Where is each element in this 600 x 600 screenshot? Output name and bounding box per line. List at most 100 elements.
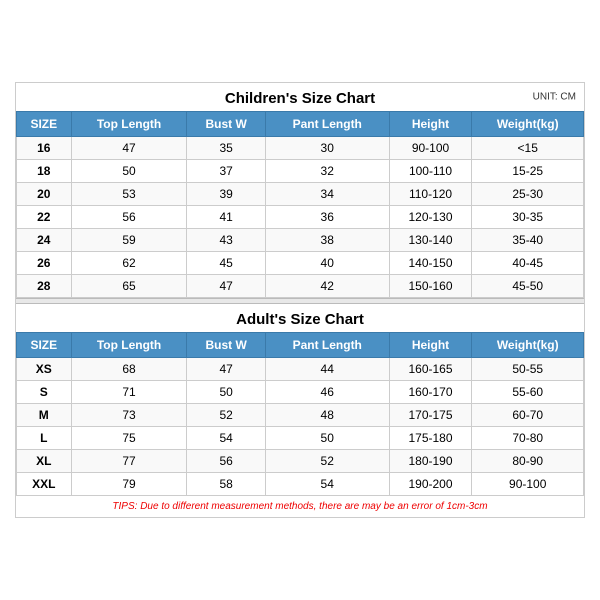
data-cell: 90-100	[472, 473, 584, 496]
data-cell: 79	[71, 473, 187, 496]
children-title-text: Children's Size Chart	[225, 90, 375, 107]
data-cell: 50-55	[472, 358, 584, 381]
data-cell: 45	[187, 252, 265, 275]
data-cell: 52	[265, 450, 389, 473]
data-cell: 41	[187, 206, 265, 229]
data-cell: 47	[187, 358, 265, 381]
adult-col-header-pant-length: Pant Length	[265, 333, 389, 358]
size-chart-container: Children's Size Chart UNIT: CM SIZE Top …	[15, 82, 585, 518]
data-cell: 46	[265, 381, 389, 404]
table-row: XS684744160-16550-55	[17, 358, 584, 381]
data-cell: 140-150	[389, 252, 472, 275]
size-cell: M	[17, 404, 72, 427]
data-cell: 54	[265, 473, 389, 496]
unit-label: UNIT: CM	[533, 92, 576, 103]
data-cell: 15-25	[472, 160, 584, 183]
data-cell: 110-120	[389, 183, 472, 206]
data-cell: 75	[71, 427, 187, 450]
col-header-height: Height	[389, 112, 472, 137]
tips-text: TIPS: Due to different measurement metho…	[16, 496, 584, 517]
data-cell: 30-35	[472, 206, 584, 229]
data-cell: 44	[265, 358, 389, 381]
data-cell: 160-165	[389, 358, 472, 381]
data-cell: <15	[472, 137, 584, 160]
data-cell: 43	[187, 229, 265, 252]
data-cell: 25-30	[472, 183, 584, 206]
size-cell: XXL	[17, 473, 72, 496]
data-cell: 34	[265, 183, 389, 206]
table-row: M735248170-17560-70	[17, 404, 584, 427]
data-cell: 90-100	[389, 137, 472, 160]
data-cell: 50	[265, 427, 389, 450]
children-section-title: Children's Size Chart UNIT: CM	[16, 83, 584, 111]
data-cell: 39	[187, 183, 265, 206]
adult-col-header-size: SIZE	[17, 333, 72, 358]
table-row: XXL795854190-20090-100	[17, 473, 584, 496]
data-cell: 73	[71, 404, 187, 427]
data-cell: 59	[71, 229, 187, 252]
adults-section-title: Adult's Size Chart	[16, 304, 584, 332]
data-cell: 50	[187, 381, 265, 404]
children-header-row: SIZE Top Length Bust W Pant Length Heigh…	[17, 112, 584, 137]
size-cell: 16	[17, 137, 72, 160]
data-cell: 53	[71, 183, 187, 206]
data-cell: 56	[187, 450, 265, 473]
table-row: 26624540140-15040-45	[17, 252, 584, 275]
data-cell: 175-180	[389, 427, 472, 450]
data-cell: 150-160	[389, 275, 472, 298]
data-cell: 52	[187, 404, 265, 427]
col-header-top-length: Top Length	[71, 112, 187, 137]
data-cell: 100-110	[389, 160, 472, 183]
children-size-table: SIZE Top Length Bust W Pant Length Heigh…	[16, 111, 584, 298]
adults-size-table: SIZE Top Length Bust W Pant Length Heigh…	[16, 332, 584, 496]
data-cell: 68	[71, 358, 187, 381]
data-cell: 77	[71, 450, 187, 473]
size-cell: S	[17, 381, 72, 404]
size-cell: L	[17, 427, 72, 450]
adult-col-header-bust-w: Bust W	[187, 333, 265, 358]
data-cell: 130-140	[389, 229, 472, 252]
col-header-size: SIZE	[17, 112, 72, 137]
data-cell: 36	[265, 206, 389, 229]
data-cell: 70-80	[472, 427, 584, 450]
table-row: 20533934110-12025-30	[17, 183, 584, 206]
adult-col-header-top-length: Top Length	[71, 333, 187, 358]
col-header-pant-length: Pant Length	[265, 112, 389, 137]
data-cell: 80-90	[472, 450, 584, 473]
data-cell: 55-60	[472, 381, 584, 404]
data-cell: 40	[265, 252, 389, 275]
data-cell: 180-190	[389, 450, 472, 473]
adults-header-row: SIZE Top Length Bust W Pant Length Heigh…	[17, 333, 584, 358]
size-cell: XL	[17, 450, 72, 473]
data-cell: 71	[71, 381, 187, 404]
data-cell: 38	[265, 229, 389, 252]
data-cell: 170-175	[389, 404, 472, 427]
data-cell: 160-170	[389, 381, 472, 404]
data-cell: 35-40	[472, 229, 584, 252]
data-cell: 42	[265, 275, 389, 298]
size-cell: 28	[17, 275, 72, 298]
data-cell: 35	[187, 137, 265, 160]
size-cell: 24	[17, 229, 72, 252]
data-cell: 120-130	[389, 206, 472, 229]
data-cell: 50	[71, 160, 187, 183]
data-cell: 65	[71, 275, 187, 298]
data-cell: 45-50	[472, 275, 584, 298]
table-row: 28654742150-16045-50	[17, 275, 584, 298]
data-cell: 62	[71, 252, 187, 275]
table-row: XL775652180-19080-90	[17, 450, 584, 473]
data-cell: 37	[187, 160, 265, 183]
size-cell: XS	[17, 358, 72, 381]
data-cell: 54	[187, 427, 265, 450]
data-cell: 56	[71, 206, 187, 229]
data-cell: 47	[187, 275, 265, 298]
size-cell: 26	[17, 252, 72, 275]
data-cell: 40-45	[472, 252, 584, 275]
col-header-weight: Weight(kg)	[472, 112, 584, 137]
adult-col-header-weight: Weight(kg)	[472, 333, 584, 358]
adult-col-header-height: Height	[389, 333, 472, 358]
data-cell: 47	[71, 137, 187, 160]
size-cell: 18	[17, 160, 72, 183]
table-row: S715046160-17055-60	[17, 381, 584, 404]
data-cell: 58	[187, 473, 265, 496]
